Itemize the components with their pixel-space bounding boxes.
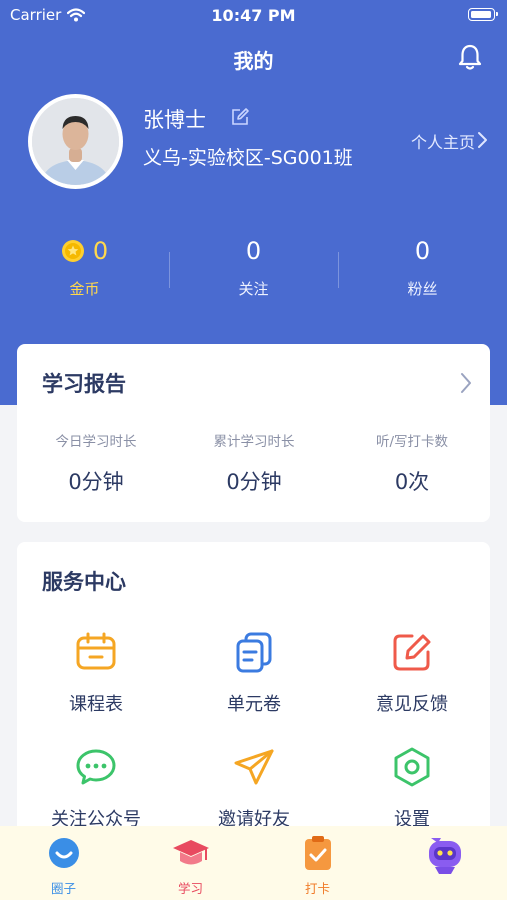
calendar-icon [76, 632, 116, 670]
stat-coins[interactable]: 0 金币 [0, 236, 169, 299]
report-item-label: 今日学习时长 [55, 434, 137, 450]
report-item-label: 累计学习时长 [213, 434, 295, 450]
personal-homepage-link[interactable]: 个人主页 [411, 129, 475, 153]
coin-label: 金币 [69, 280, 100, 298]
service-settings[interactable]: 设置 [333, 745, 491, 831]
service-unit-test[interactable]: 单元卷 [175, 630, 333, 716]
study-report-title: 学习报告 [42, 372, 126, 396]
today-study-time: 今日学习时长 0分钟 [17, 430, 175, 496]
service-feedback[interactable]: 意见反馈 [333, 630, 491, 716]
circle-chat-icon [48, 838, 79, 868]
report-item-value: 0分钟 [226, 470, 282, 494]
documents-icon [236, 632, 272, 673]
tab-label: 学习 [177, 881, 203, 896]
report-item-label: 听/写打卡数 [375, 434, 449, 450]
study-report-card[interactable]: 学习报告 今日学习时长 0分钟 累计学习时长 0分钟 听/写打卡数 0次 [17, 344, 490, 522]
tab-mascot[interactable] [381, 832, 507, 884]
paper-plane-icon [234, 749, 274, 785]
tab-checkin[interactable]: 打卡 [254, 834, 381, 897]
robot-mascot-icon [428, 838, 461, 874]
status-bar: Carrier 10:47 PM [0, 0, 507, 30]
user-name: 张博士 [143, 108, 206, 132]
service-follow-official-account[interactable]: 关注公众号 [17, 745, 175, 831]
tab-label: 打卡 [304, 881, 330, 896]
service-center-card: 服务中心 课程表 单元卷 意见反馈 关注公众号 邀请好友 设置 [17, 542, 490, 842]
chevron-right-icon[interactable] [475, 130, 489, 150]
user-class: 义乌-实验校区-SG001班 [143, 147, 353, 169]
wechat-icon [76, 749, 116, 785]
report-item-value: 0分钟 [68, 470, 124, 494]
total-study-time: 累计学习时长 0分钟 [175, 430, 333, 496]
service-schedule[interactable]: 课程表 [17, 630, 175, 716]
coin-count: 0 [92, 237, 109, 265]
stat-followers[interactable]: 0 粉丝 [338, 236, 507, 299]
stat-following[interactable]: 0 关注 [169, 236, 338, 299]
avatar-photo [32, 98, 119, 185]
notification-bell-icon[interactable] [455, 42, 485, 72]
bottom-tab-bar: 圈子 学习 打卡 [0, 826, 507, 900]
edit-name-icon[interactable] [230, 107, 250, 127]
page-title: 我的 [233, 49, 274, 73]
service-label: 意见反馈 [376, 694, 448, 715]
checkin-count: 听/写打卡数 0次 [333, 430, 491, 496]
coin-icon [61, 240, 84, 262]
avatar[interactable] [28, 94, 123, 189]
followers-count: 0 [414, 237, 431, 265]
tab-circle[interactable]: 圈子 [0, 834, 127, 897]
report-item-value: 0次 [394, 470, 430, 494]
service-label: 单元卷 [227, 694, 281, 715]
settings-icon [394, 747, 430, 787]
status-time: 10:47 PM [211, 6, 296, 25]
tab-study[interactable]: 学习 [127, 834, 254, 897]
following-count: 0 [245, 237, 262, 265]
tab-label: 圈子 [50, 881, 76, 896]
graduation-cap-icon [172, 840, 209, 865]
service-center-title: 服务中心 [42, 570, 126, 594]
clipboard-check-icon [304, 836, 331, 870]
following-label: 关注 [238, 280, 269, 298]
battery-icon [468, 8, 498, 21]
feedback-edit-icon [393, 634, 431, 671]
service-invite-friends[interactable]: 邀请好友 [175, 745, 333, 831]
service-label: 课程表 [69, 694, 123, 715]
followers-label: 粉丝 [407, 280, 438, 298]
chevron-right-icon[interactable] [458, 370, 474, 396]
